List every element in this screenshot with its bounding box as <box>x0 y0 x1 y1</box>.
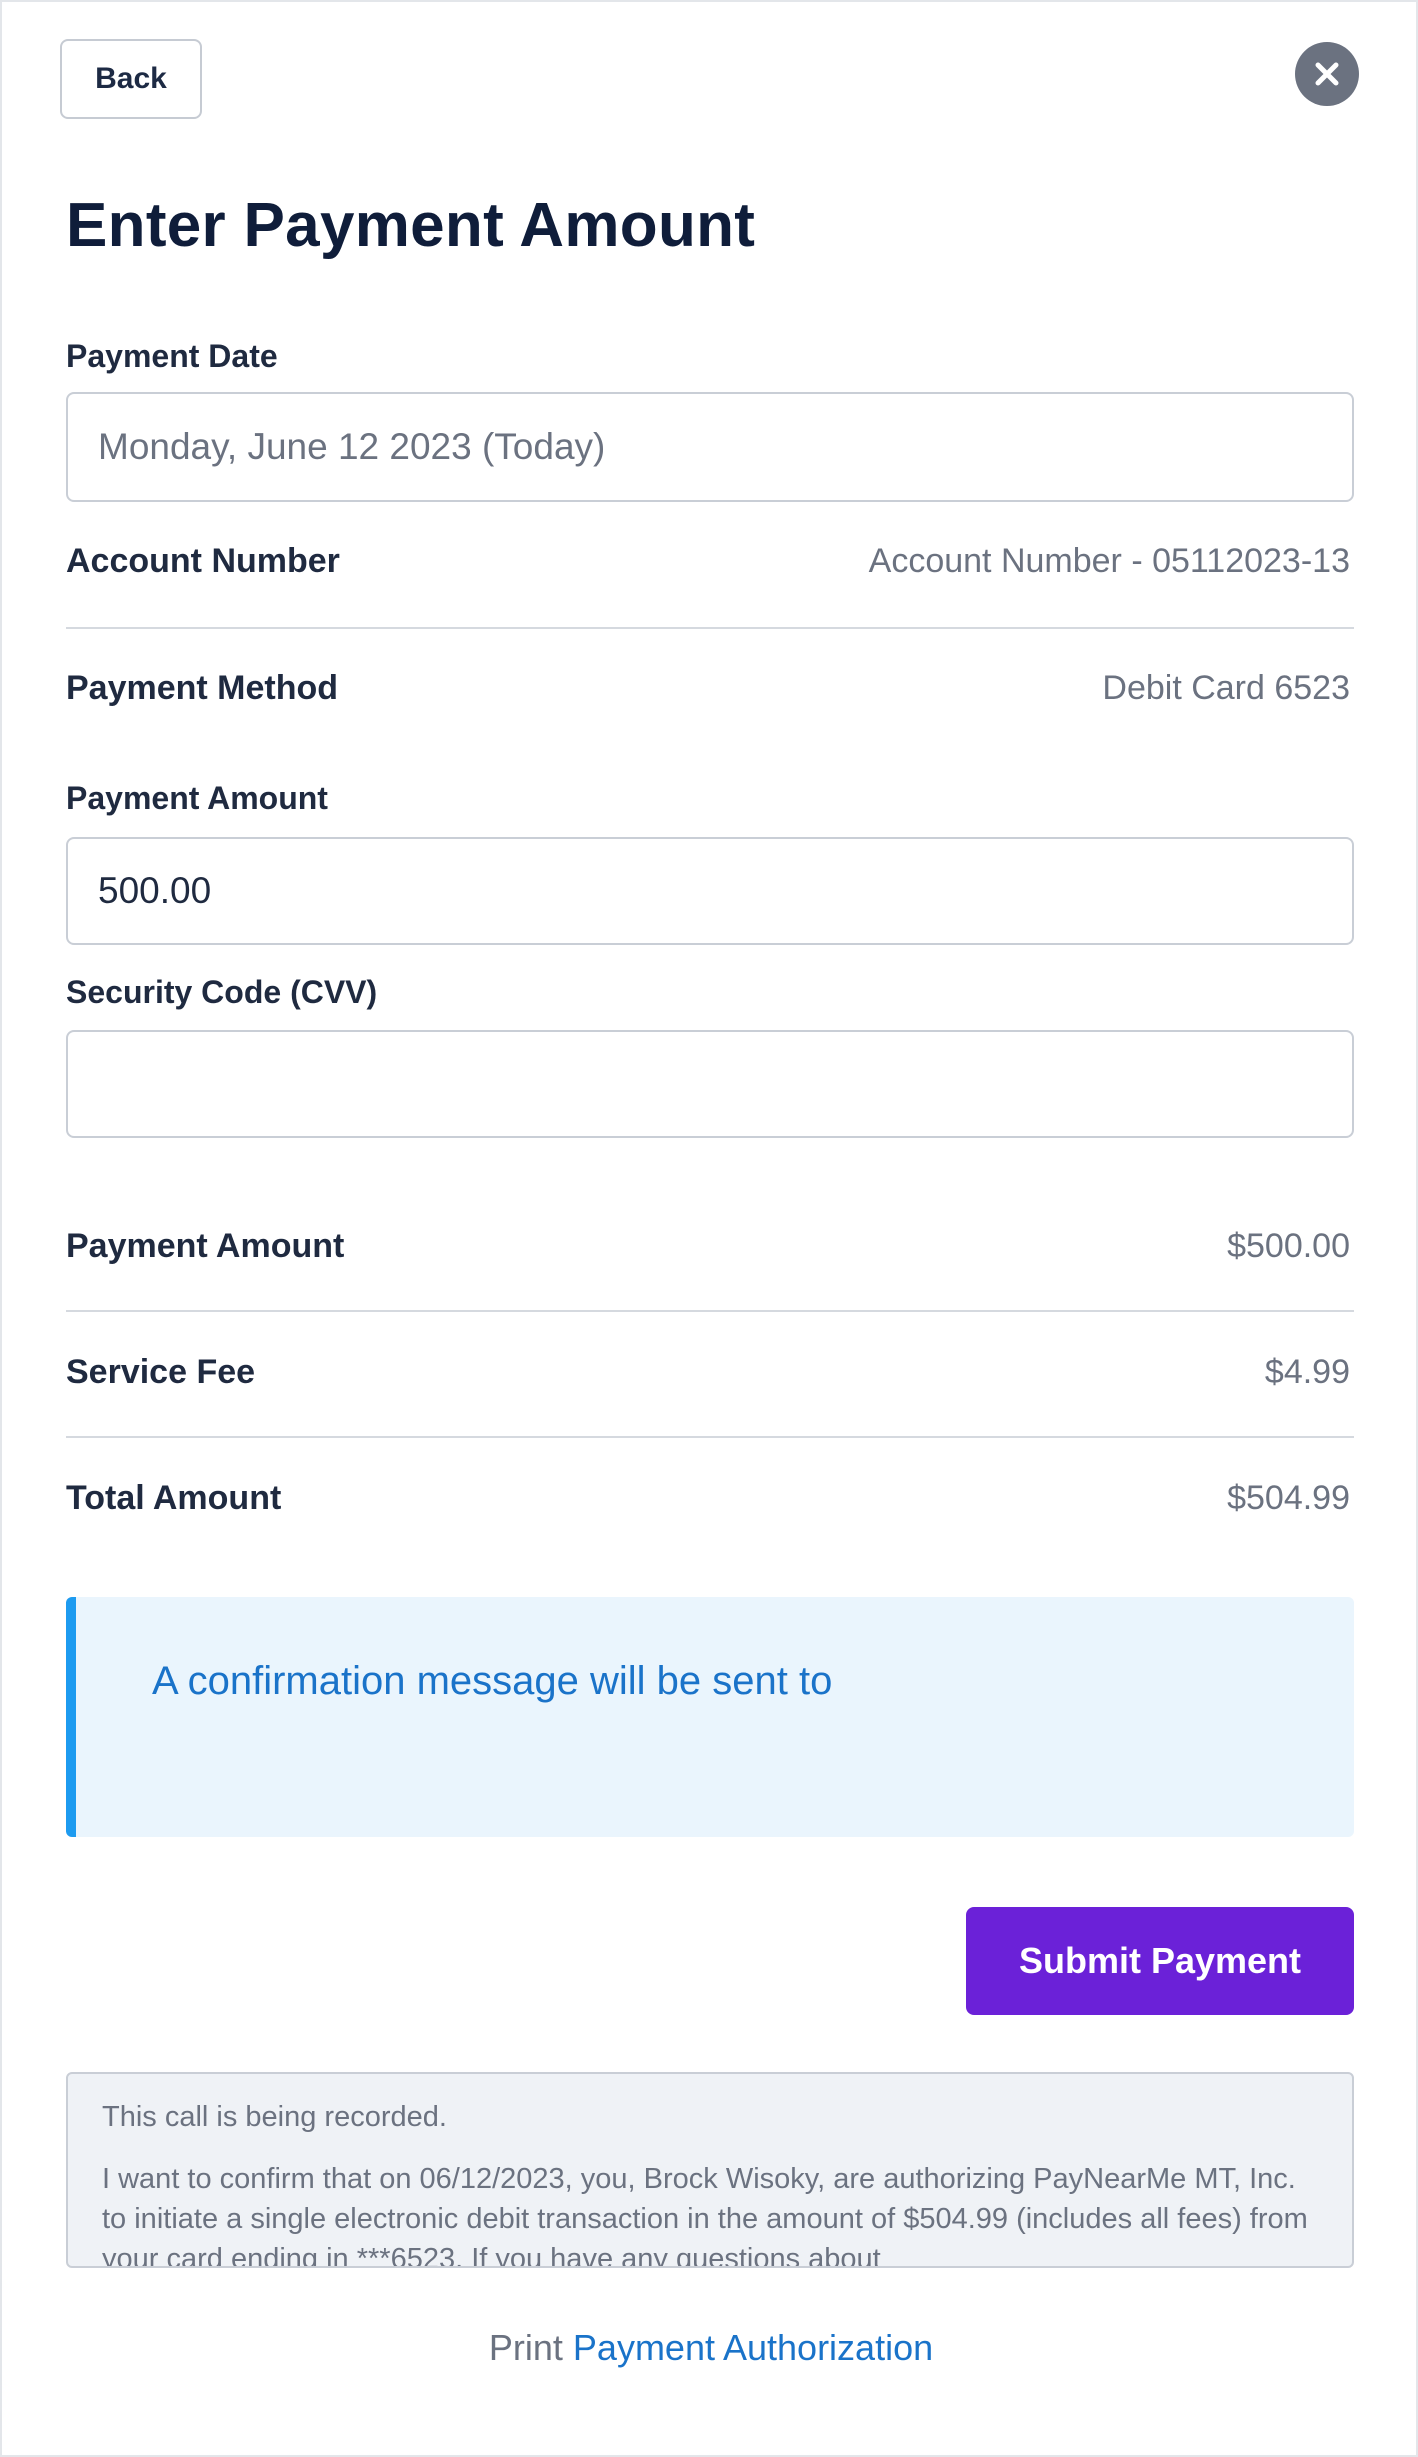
divider <box>66 627 1354 629</box>
service-fee-value: $4.99 <box>1264 1353 1350 1391</box>
divider <box>66 1310 1354 1312</box>
payment-amount-label: Payment Amount <box>66 780 328 816</box>
print-authorization: Print Payment Authorization <box>2 2327 1416 2369</box>
authorization-script-box[interactable]: This call is being recorded. I want to c… <box>66 2072 1354 2268</box>
payment-date-field[interactable]: Monday, June 12 2023 (Today) <box>66 392 1354 502</box>
back-button[interactable]: Back <box>60 39 202 119</box>
summary-payment-amount-label: Payment Amount <box>66 1227 345 1265</box>
cvv-input[interactable] <box>66 1030 1354 1138</box>
summary-payment-amount-value: $500.00 <box>1227 1227 1350 1265</box>
total-amount-label: Total Amount <box>66 1479 282 1517</box>
service-fee-label: Service Fee <box>66 1353 256 1391</box>
account-number-value: Account Number - 05112023-13 <box>868 542 1350 580</box>
submit-payment-button[interactable]: Submit Payment <box>966 1907 1354 2015</box>
close-button[interactable] <box>1295 42 1359 106</box>
account-number-label: Account Number <box>66 542 340 580</box>
authorization-script-text: I want to confirm that on 06/12/2023, yo… <box>102 2162 1308 2268</box>
cvv-label: Security Code (CVV) <box>66 974 378 1010</box>
confirmation-notice-text: A confirmation message will be sent to <box>152 1659 833 1703</box>
print-prefix: Print <box>488 2327 563 2368</box>
payment-method-label: Payment Method <box>66 669 339 707</box>
payment-method-value: Debit Card 6523 <box>1102 669 1350 707</box>
payment-panel: Back Enter Payment Amount Payment Date M… <box>0 0 1418 2457</box>
divider <box>66 1436 1354 1438</box>
payment-amount-input[interactable] <box>66 837 1354 945</box>
confirmation-notice: A confirmation message will be sent to <box>66 1597 1354 1837</box>
close-icon <box>1315 62 1339 86</box>
payment-authorization-link[interactable]: Payment Authorization <box>573 2327 933 2368</box>
page-title: Enter Payment Amount <box>66 191 756 260</box>
recording-notice: This call is being recorded. <box>102 2101 447 2133</box>
payment-date-label: Payment Date <box>66 338 278 374</box>
total-amount-value: $504.99 <box>1227 1479 1350 1517</box>
